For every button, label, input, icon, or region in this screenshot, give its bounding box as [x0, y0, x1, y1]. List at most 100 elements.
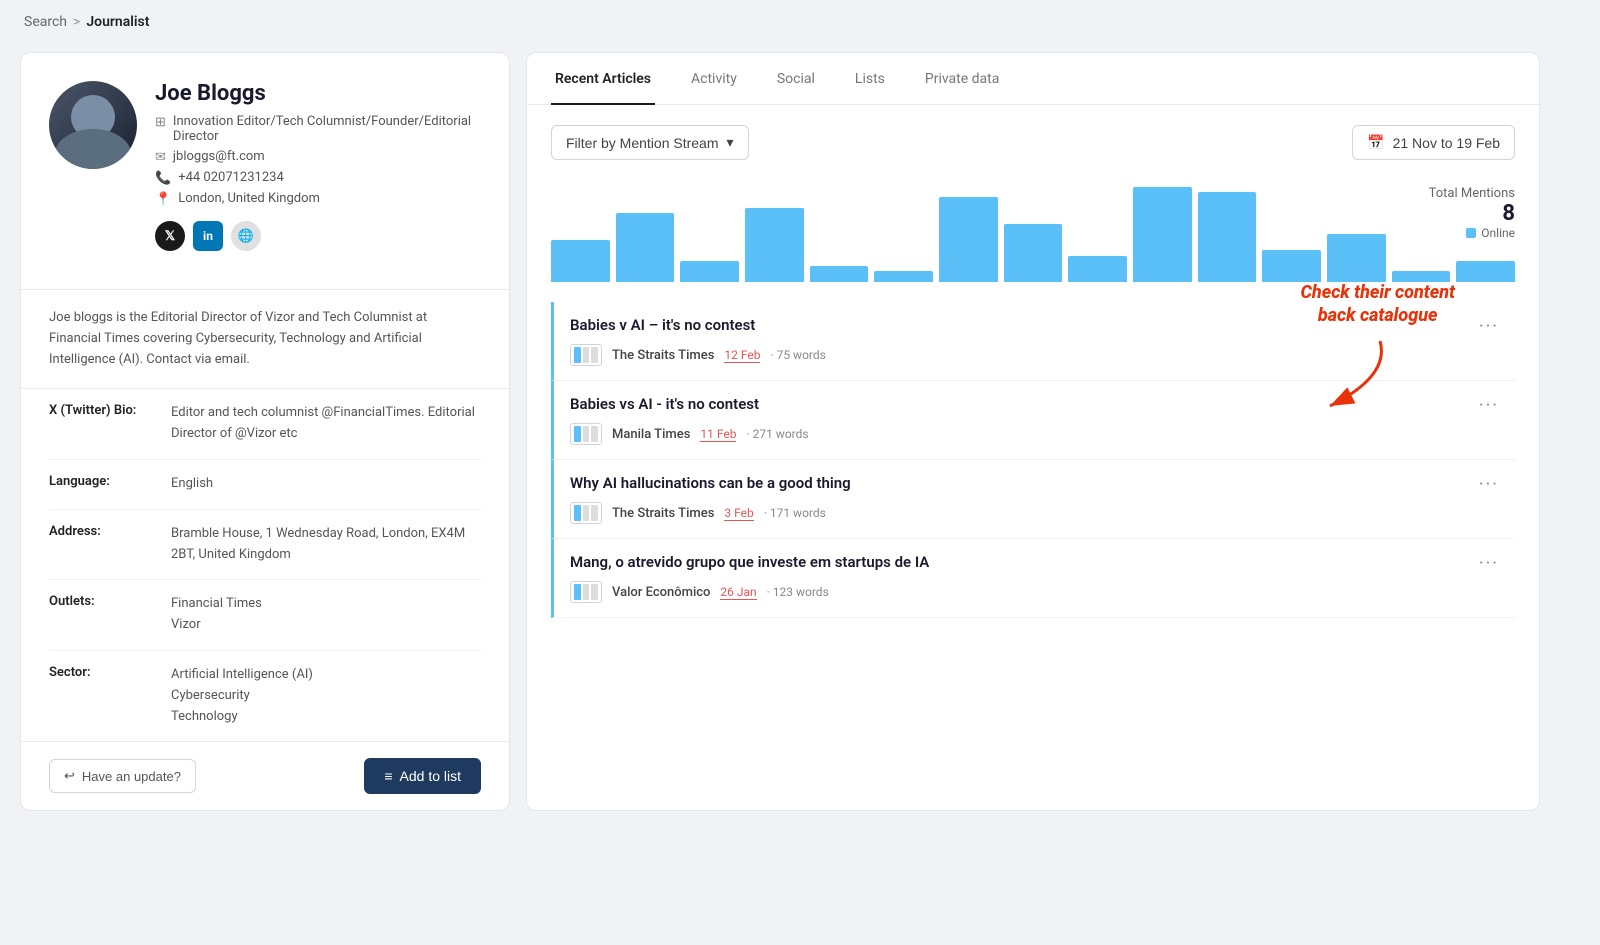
article-source: Valor Econômico 26 Jan · 123 words [570, 581, 1501, 603]
tab-social[interactable]: Social [773, 53, 819, 105]
breadcrumb-search[interactable]: Search [24, 14, 67, 30]
details-section: X (Twitter) Bio: Editor and tech columni… [21, 389, 509, 741]
source-date[interactable]: 11 Feb [700, 427, 736, 442]
breadcrumb-current: Journalist [86, 14, 149, 30]
email-text[interactable]: jbloggs@ft.com [173, 149, 265, 164]
article-title: Why AI hallucinations can be a good thin… [570, 474, 1501, 492]
language-label: Language: [49, 474, 159, 495]
phone-text: +44 02071231234 [178, 170, 284, 185]
chart-bar [745, 208, 804, 282]
article-card: Babies vs AI - it's no contest Manila Ti… [551, 381, 1515, 460]
article-title: Babies v AI – it's no contest [570, 316, 1501, 334]
panel-footer: ↩ Have an update? ≡ Add to list [21, 741, 509, 810]
profile-info: Joe Bloggs ⊞ Innovation Editor/Tech Colu… [155, 81, 481, 251]
more-options-button[interactable]: ··· [1479, 316, 1499, 337]
article-title: Babies vs AI - it's no contest [570, 395, 1501, 413]
source-date[interactable]: 26 Jan [720, 585, 756, 600]
chart-bar [1392, 271, 1451, 282]
meta-location: 📍 London, United Kingdom [155, 191, 481, 207]
twitter-button[interactable]: 𝕏 [155, 221, 185, 251]
filters-row: Filter by Mention Stream ▾ 📅 21 Nov to 1… [551, 125, 1515, 160]
update-label: Have an update? [82, 769, 181, 784]
role-text: Innovation Editor/Tech Columnist/Founder… [173, 114, 481, 144]
filter-label: Filter by Mention Stream [566, 135, 719, 151]
legend-online-label: Online [1481, 226, 1515, 240]
chart-bar [680, 261, 739, 282]
source-date[interactable]: 3 Feb [724, 506, 753, 521]
left-panel: Joe Bloggs ⊞ Innovation Editor/Tech Colu… [20, 52, 510, 811]
chart-bars [551, 176, 1515, 286]
tab-lists[interactable]: Lists [851, 53, 889, 105]
source-icon [570, 344, 602, 366]
meta-role: ⊞ Innovation Editor/Tech Columnist/Found… [155, 114, 481, 144]
total-mentions-label: Total Mentions [1429, 186, 1515, 201]
phone-icon: 📞 [155, 171, 171, 186]
outlets-row: Outlets: Financial Times Vizor [49, 580, 481, 651]
sector-label: Sector: [49, 665, 159, 727]
address-label: Address: [49, 524, 159, 566]
linkedin-button[interactable]: in [193, 221, 223, 251]
sector-value: Artificial Intelligence (AI) Cybersecuri… [171, 665, 313, 727]
add-list-label: Add to list [400, 768, 461, 784]
chart-bar [1262, 250, 1321, 282]
chart-container: Total Mentions 8 Online [551, 176, 1515, 286]
chart-bar [810, 266, 869, 282]
tab-private-data[interactable]: Private data [921, 53, 1003, 105]
chart-bar [1198, 192, 1257, 282]
list-icon: ≡ [384, 768, 392, 784]
language-row: Language: English [49, 460, 481, 510]
website-button[interactable]: 🌐 [231, 221, 261, 251]
chevron-down-icon: ▾ [727, 134, 734, 151]
chart-bar [874, 271, 933, 282]
twitter-bio-label: X (Twitter) Bio: [49, 403, 159, 445]
source-name: The Straits Times [612, 348, 714, 363]
source-icon [570, 423, 602, 445]
article-card: Mang, o atrevido grupo que investe em st… [551, 539, 1515, 618]
source-name: The Straits Times [612, 506, 714, 521]
chart-bar [616, 213, 675, 282]
source-words: · 75 words [770, 348, 825, 362]
language-value: English [171, 474, 213, 495]
more-options-button[interactable]: ··· [1479, 395, 1499, 416]
add-to-list-button[interactable]: ≡ Add to list [364, 758, 481, 794]
content-area: Filter by Mention Stream ▾ 📅 21 Nov to 1… [527, 105, 1539, 638]
article-card: Why AI hallucinations can be a good thin… [551, 460, 1515, 539]
articles-list: Babies v AI – it's no contest The Strait… [551, 302, 1515, 618]
location-text: London, United Kingdom [178, 191, 320, 206]
source-date[interactable]: 12 Feb [724, 348, 760, 363]
chart-bar [1456, 261, 1515, 282]
tab-activity[interactable]: Activity [687, 53, 741, 105]
source-icon [570, 502, 602, 524]
mention-stream-filter[interactable]: Filter by Mention Stream ▾ [551, 125, 749, 160]
chart-bar [551, 240, 610, 282]
avatar [49, 81, 137, 169]
legend-online: Online [1429, 226, 1515, 240]
meta-phone: 📞 +44 02071231234 [155, 170, 481, 186]
chart-area: Total Mentions 8 Online [551, 176, 1515, 286]
chart-bar [1133, 187, 1192, 282]
social-icons: 𝕏 in 🌐 [155, 221, 481, 251]
more-options-button[interactable]: ··· [1479, 474, 1499, 495]
article-card: Babies v AI – it's no contest The Strait… [551, 302, 1515, 381]
annotation-container: Babies vs AI - it's no contest Manila Ti… [551, 381, 1515, 460]
date-range-filter[interactable]: 📅 21 Nov to 19 Feb [1352, 125, 1515, 160]
have-update-button[interactable]: ↩ Have an update? [49, 759, 196, 793]
source-name: Manila Times [612, 427, 690, 442]
total-mentions-count: 8 [1429, 201, 1515, 226]
outlets-value: Financial Times Vizor [171, 594, 262, 636]
tab-recent-articles[interactable]: Recent Articles [551, 53, 655, 105]
right-panel: Recent Articles Activity Social Lists Pr… [526, 52, 1540, 811]
source-name: Valor Econômico [612, 585, 710, 600]
address-value: Bramble House, 1 Wednesday Road, London,… [171, 524, 481, 566]
profile-name: Joe Bloggs [155, 81, 481, 106]
bio-text: Joe bloggs is the Editorial Director of … [49, 310, 427, 367]
update-icon: ↩ [64, 768, 75, 784]
main-container: Joe Bloggs ⊞ Innovation Editor/Tech Colu… [0, 44, 1560, 831]
location-icon: 📍 [155, 192, 171, 207]
more-options-button[interactable]: ··· [1479, 553, 1499, 574]
source-icon [570, 581, 602, 603]
source-words: · 123 words [767, 585, 829, 599]
outlets-label: Outlets: [49, 594, 159, 636]
sector-row: Sector: Artificial Intelligence (AI) Cyb… [49, 651, 481, 741]
chart-legend: Total Mentions 8 Online [1429, 186, 1515, 240]
